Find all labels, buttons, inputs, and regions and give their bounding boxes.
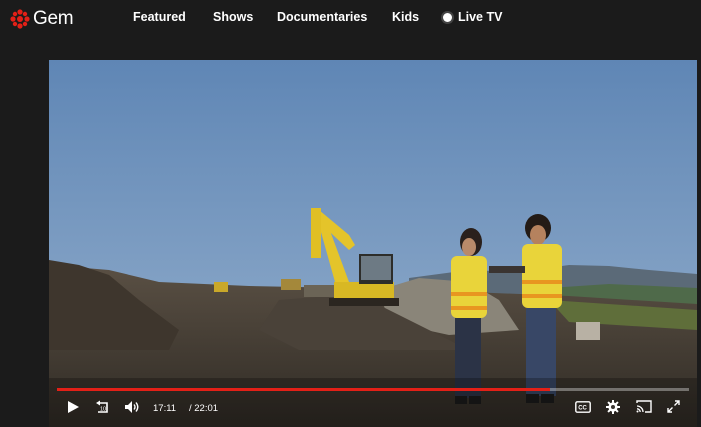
brand-name: Gem [33,8,74,29]
nav-featured[interactable]: Featured [133,10,186,24]
replay-10-button[interactable]: 10 [95,400,110,414]
cbc-gem-logo[interactable]: Gem [10,8,74,30]
cast-button[interactable] [636,400,652,413]
video-player[interactable]: 10 17:11 / 22:01 CC [49,60,697,427]
captions-icon: CC [575,401,591,413]
video-frame [49,60,697,427]
svg-text:CC: CC [578,406,587,412]
settings-button[interactable] [606,400,620,414]
fullscreen-icon [667,400,680,413]
replay-10-icon: 10 [96,400,108,413]
nav-shows[interactable]: Shows [213,10,253,24]
volume-button[interactable] [124,400,140,414]
cbc-gem-icon [10,9,30,29]
nav-documentaries[interactable]: Documentaries [277,10,367,24]
settings-icon [606,400,620,414]
nav-kids[interactable]: Kids [392,10,419,24]
progress-fill [57,388,550,391]
live-indicator-icon [443,13,452,22]
current-time: 17:11 [153,403,177,414]
progress-bar[interactable] [57,388,689,391]
play-button[interactable] [66,400,80,414]
cast-icon [636,400,652,413]
nav-live-tv[interactable]: Live TV [458,10,502,24]
duration: / 22:01 [189,403,219,414]
svg-text:10: 10 [100,407,106,413]
play-icon [68,401,79,413]
top-navigation: Gem Featured Shows Documentaries Kids Li… [0,0,701,36]
volume-icon [125,401,139,413]
fullscreen-button[interactable] [667,400,680,413]
captions-button[interactable]: CC [575,401,591,413]
